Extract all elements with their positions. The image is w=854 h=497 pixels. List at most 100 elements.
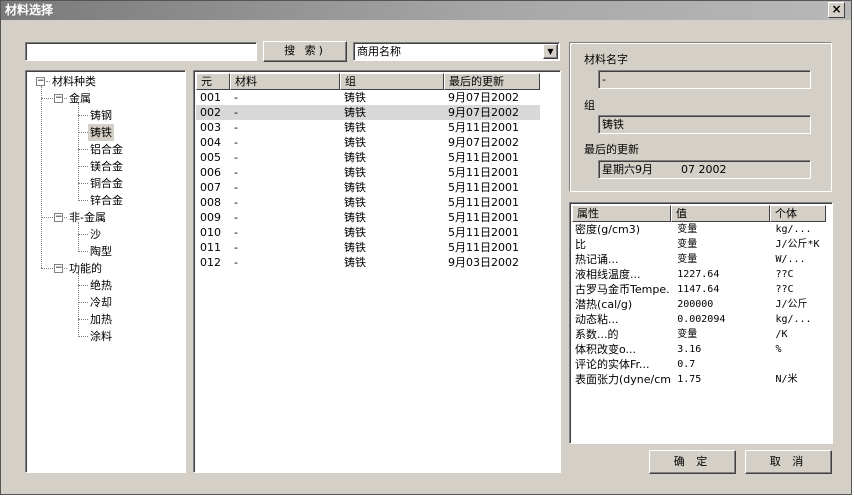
chevron-down-icon[interactable]: ▼ — [543, 44, 558, 59]
table-cell: 5月11日2001 — [448, 196, 519, 209]
table-cell: 009 — [200, 211, 221, 224]
property-row[interactable]: 热记诵... 变量 W/... — [572, 252, 830, 267]
last-updated-label: 最后的更新 — [584, 143, 639, 156]
table-cell: 铸铁 — [344, 256, 366, 269]
property-row[interactable]: 密度(g/cm3) 变量 kg/... — [572, 222, 830, 237]
close-icon[interactable]: × — [828, 2, 845, 18]
search-input[interactable] — [25, 42, 257, 61]
table-row[interactable]: 003- 铸铁 5月11日2001 — [196, 120, 558, 135]
search-button[interactable]: 搜 索) — [263, 41, 347, 62]
table-cell: - — [234, 196, 238, 209]
cancel-button[interactable]: 取 消 — [745, 450, 832, 474]
tree-item-label[interactable]: 锌合金 — [88, 192, 125, 209]
table-cell: 铸铁 — [344, 136, 366, 149]
tree-item-label[interactable]: 涂料 — [88, 328, 114, 345]
table-cell: 铸铁 — [344, 241, 366, 254]
table-cell: 5月11日2001 — [448, 241, 519, 254]
table-cell: 铸铁 — [344, 196, 366, 209]
tree-group-label[interactable]: 功能的 — [67, 260, 104, 277]
table-row[interactable]: 001- 铸铁 9月07日2002 — [196, 90, 558, 105]
tree-item-label[interactable]: 绝热 — [88, 277, 114, 294]
table-row[interactable]: 009- 铸铁 5月11日2001 — [196, 210, 558, 225]
table-row[interactable]: 010- 铸铁 5月11日2001 — [196, 225, 558, 240]
table-cell: 9月07日2002 — [448, 136, 519, 149]
property-cell: 古罗马金币Tempe. — [575, 283, 670, 296]
column-header-element[interactable]: 元 — [196, 73, 230, 90]
materials-table: 元 材料 组 最后的更新 001- 铸铁 9月07日2002 002- 铸铁 9月07日2… — [193, 70, 561, 473]
table-cell: 010 — [200, 226, 221, 239]
properties-table: 属性 值 个体 密度(g/cm3) 变量 kg/... 比变量 J/公斤*K 热记诵...… — [569, 202, 833, 444]
table-row[interactable]: 012- 铸铁 9月03日2002 — [196, 255, 558, 270]
property-cell: ??C — [775, 269, 794, 280]
tree-item-label[interactable]: 沙 — [88, 226, 103, 243]
tree-item-label[interactable]: 镁合金 — [88, 158, 125, 175]
property-cell: % — [775, 344, 782, 355]
search-field-select[interactable]: 商用名称 ▼ — [353, 42, 560, 61]
tree-item-label[interactable]: 陶型 — [88, 243, 114, 260]
property-cell: 动态粘... — [575, 313, 619, 326]
tree-group-label[interactable]: 非-金属 — [67, 209, 108, 226]
property-row[interactable]: 表面张力(dyne/cm 1.75 N/米 — [572, 372, 830, 387]
table-cell: 铸铁 — [344, 166, 366, 179]
table-cell: 002 — [200, 106, 221, 119]
column-header-unit[interactable]: 个体 — [770, 205, 826, 222]
property-row[interactable]: 体积改变o... 3.16% — [572, 342, 830, 357]
group-field: 铸铁 — [598, 115, 811, 134]
property-cell: 热记诵... — [575, 253, 619, 266]
table-cell: - — [234, 166, 238, 179]
table-cell: 铸铁 — [344, 181, 366, 194]
table-row[interactable]: 011- 铸铁 5月11日2001 — [196, 240, 558, 255]
table-cell: 011 — [200, 241, 221, 254]
table-cell: 008 — [200, 196, 221, 209]
ok-button[interactable]: 确 定 — [649, 450, 736, 474]
property-row[interactable]: 系数...的 变量/K — [572, 327, 830, 342]
collapse-icon[interactable]: − — [36, 77, 45, 86]
table-cell: - — [234, 91, 238, 104]
collapse-icon[interactable]: − — [54, 264, 63, 273]
tree-item-label[interactable]: 铸钢 — [88, 107, 114, 124]
tree-group-label[interactable]: 金属 — [67, 90, 93, 107]
properties-table-body: 密度(g/cm3) 变量 kg/... 比变量 J/公斤*K 热记诵... 变量 W/... 液… — [572, 222, 830, 387]
property-row[interactable]: 古罗马金币Tempe. 1147.64 ??C — [572, 282, 830, 297]
property-cell: 3.16 — [677, 344, 702, 355]
property-row[interactable]: 比 变量 J/公斤*K — [572, 237, 830, 252]
table-row[interactable]: 005- 铸铁 5月11日2001 — [196, 150, 558, 165]
table-cell: 012 — [200, 256, 221, 269]
tree-item-label[interactable]: 铜合金 — [88, 175, 125, 192]
column-header-value[interactable]: 值 — [671, 205, 770, 222]
tree-item-label[interactable]: 加热 — [88, 311, 114, 328]
table-row[interactable]: 007- 铸铁 5月11日2001 — [196, 180, 558, 195]
table-cell: 5月11日2001 — [448, 121, 519, 134]
material-selection-dialog: 材料选择 × 搜 索) 商用名称 ▼ − 材料种类 − 金属 铸钢 铸铁 铝合金 镁合金 铜合金… — [0, 0, 852, 495]
property-cell: 评论的实体Fr... — [575, 358, 650, 371]
property-row[interactable]: 动态粘... 0.002094 kg/... — [572, 312, 830, 327]
collapse-icon[interactable]: − — [54, 94, 63, 103]
window-title: 材料选择 — [5, 3, 54, 17]
property-row[interactable]: 评论的实体Fr... 0.7 — [572, 357, 830, 372]
property-cell: 1.75 — [677, 374, 702, 385]
column-header-last-updated[interactable]: 最后的更新 — [444, 73, 540, 90]
group-label: 组 — [584, 99, 595, 112]
tree-item-label[interactable]: 铸铁 — [88, 124, 114, 141]
property-cell: 液相线温度... — [575, 268, 641, 281]
table-cell: - — [234, 106, 238, 119]
property-cell: W/... — [775, 254, 806, 265]
collapse-icon[interactable]: − — [54, 213, 63, 222]
property-row[interactable]: 液相线温度... 1227.64 ??C — [572, 267, 830, 282]
property-row[interactable]: 潜热(cal/g) 200000 J/公斤 — [572, 297, 830, 312]
table-cell: - — [234, 151, 238, 164]
table-cell: 004 — [200, 136, 221, 149]
tree-root-label[interactable]: 材料种类 — [50, 73, 98, 90]
column-header-material[interactable]: 材料 — [230, 73, 340, 90]
tree-item-label[interactable]: 铝合金 — [88, 141, 125, 158]
table-row[interactable]: 004- 铸铁 9月07日2002 — [196, 135, 558, 150]
table-cell: - — [234, 136, 238, 149]
column-header-group[interactable]: 组 — [340, 73, 444, 90]
table-row[interactable]: 006- 铸铁 5月11日2001 — [196, 165, 558, 180]
table-row[interactable]: 002- 铸铁 9月07日2002 — [196, 105, 540, 120]
property-cell: N/米 — [775, 374, 798, 385]
table-cell: 007 — [200, 181, 221, 194]
tree-item-label[interactable]: 冷却 — [88, 294, 114, 311]
table-row[interactable]: 008- 铸铁 5月11日2001 — [196, 195, 558, 210]
column-header-property[interactable]: 属性 — [572, 205, 671, 222]
